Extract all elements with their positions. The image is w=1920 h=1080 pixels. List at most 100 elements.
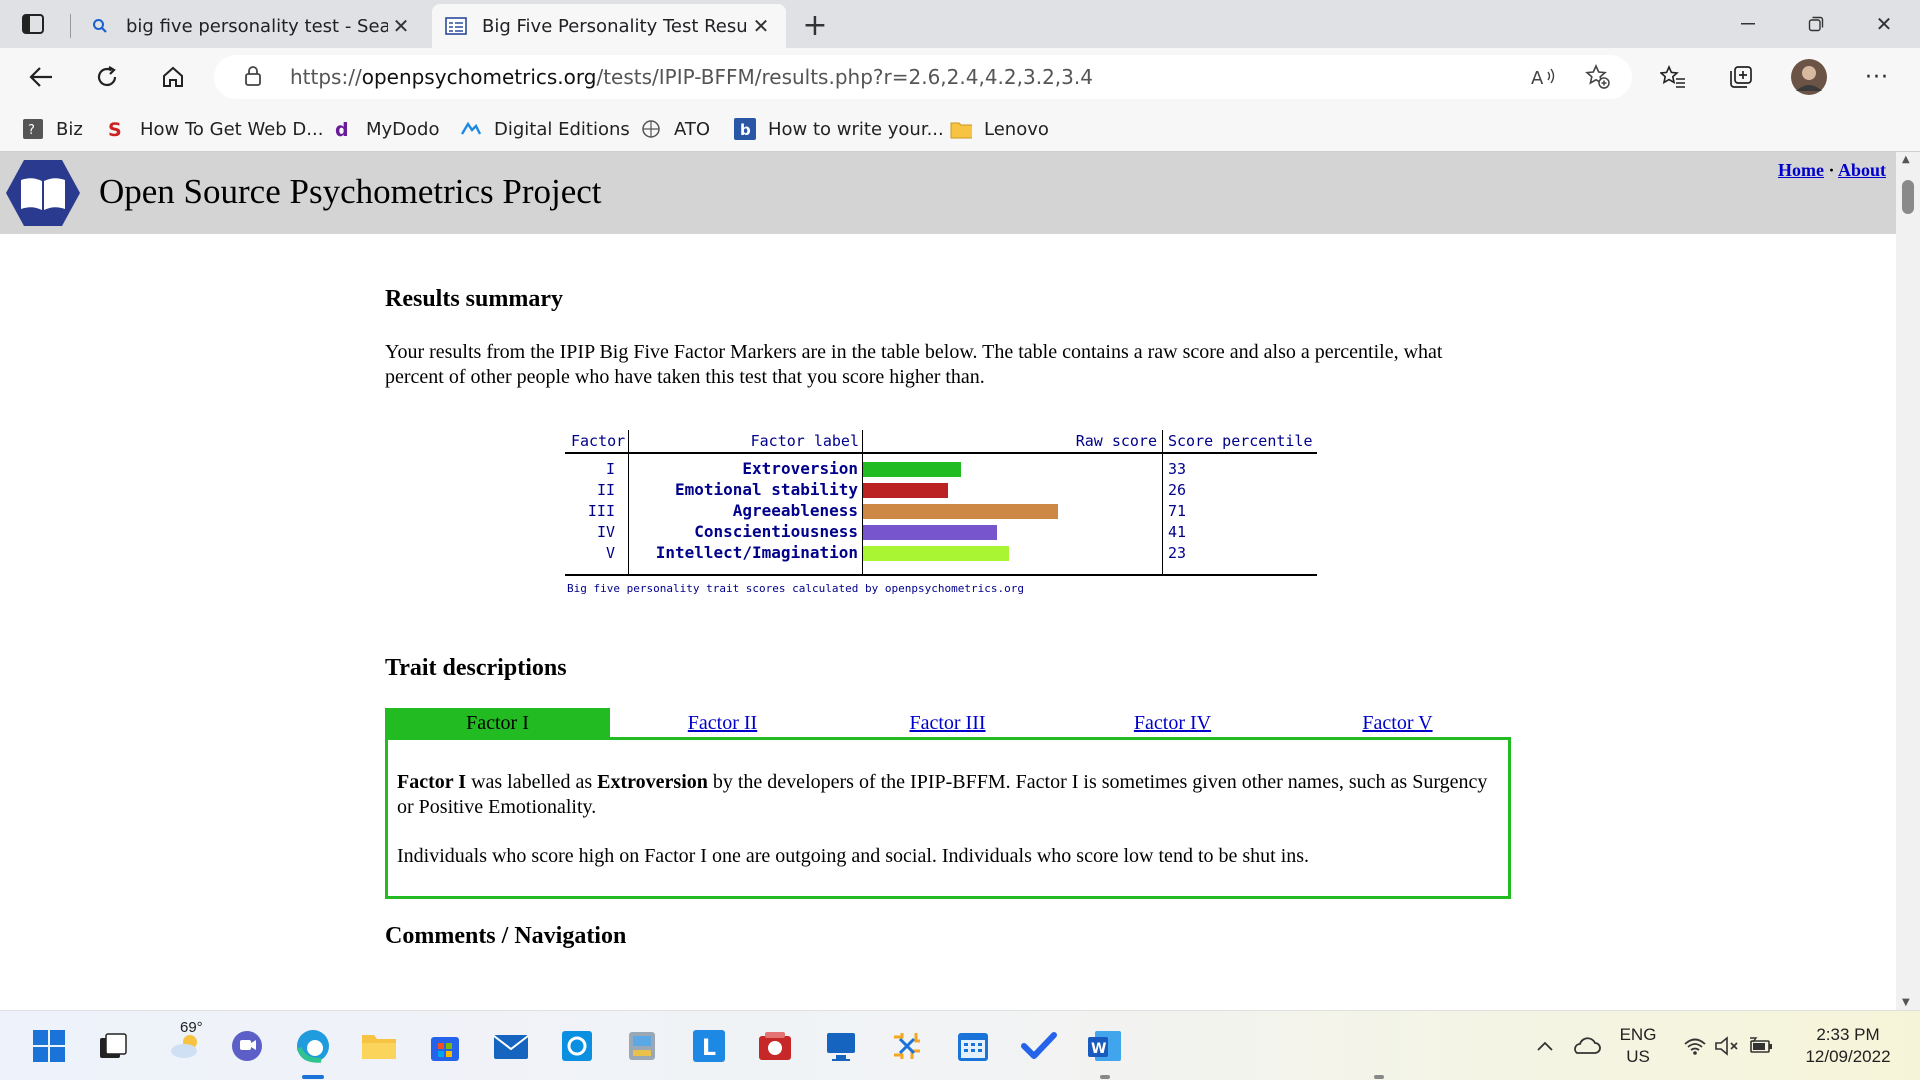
bookmark-label: Digital Editions xyxy=(494,118,630,140)
taskbar: 69° L W ENG US 2:33 PM 12/09/2022 xyxy=(0,1010,1920,1080)
language-indicator[interactable]: ENG US xyxy=(1612,1024,1664,1068)
score-percentile: 71 xyxy=(1168,502,1187,520)
task-view-icon[interactable] xyxy=(92,1025,134,1067)
page-scrollbar[interactable]: ▲ ▼ xyxy=(1896,152,1920,1010)
tab-actions-icon[interactable] xyxy=(18,10,48,38)
close-tab-icon[interactable]: ✕ xyxy=(388,13,414,39)
svg-text:S: S xyxy=(108,119,122,140)
more-options-icon[interactable]: ··· xyxy=(1856,56,1898,98)
raw-score-bar xyxy=(863,546,1009,561)
tab-factor-2-link[interactable]: Factor II xyxy=(688,712,757,734)
comments-navigation-heading: Comments / Navigation xyxy=(385,923,627,949)
cortana-icon[interactable] xyxy=(556,1025,598,1067)
clock[interactable]: 2:33 PM 12/09/2022 xyxy=(1788,1024,1908,1068)
svg-text:b: b xyxy=(740,121,751,139)
page-icon xyxy=(444,14,468,38)
remote-desktop-icon[interactable] xyxy=(820,1025,862,1067)
tab-factor-2[interactable]: Factor II xyxy=(610,708,835,738)
start-icon[interactable] xyxy=(28,1025,70,1067)
site-logo-icon[interactable] xyxy=(5,158,81,228)
factor-label: Intellect/Imagination xyxy=(655,543,858,562)
nav-separator: · xyxy=(1828,160,1835,180)
bookmark-ato[interactable]: ATO xyxy=(640,114,710,144)
home-link[interactable]: Home xyxy=(1778,160,1824,180)
battery-icon[interactable] xyxy=(1746,1025,1776,1067)
profile-avatar[interactable] xyxy=(1788,56,1830,98)
lock-icon[interactable] xyxy=(244,65,262,91)
svg-text:L: L xyxy=(702,1036,716,1061)
scroll-down-icon[interactable]: ▼ xyxy=(1902,997,1910,1008)
raw-score-bar xyxy=(863,483,948,498)
new-tab-button[interactable]: + xyxy=(798,8,832,43)
restore-icon[interactable] xyxy=(1788,6,1844,42)
edge-browser-icon[interactable] xyxy=(292,1025,334,1067)
collections-icon[interactable] xyxy=(1720,56,1762,98)
onedrive-icon[interactable] xyxy=(1568,1025,1604,1067)
tab-factor-3-link[interactable]: Factor III xyxy=(909,712,985,734)
tab-search[interactable]: big five personality test - Search ✕ xyxy=(76,4,426,48)
word-icon[interactable]: W xyxy=(1084,1025,1126,1067)
close-window-icon[interactable]: ✕ xyxy=(1856,6,1912,42)
table-caption: Big five personality trait scores calcul… xyxy=(567,582,1024,595)
bookmark-biz[interactable]: ? Biz xyxy=(22,114,83,144)
microsoft-store-icon[interactable] xyxy=(424,1025,466,1067)
scroll-up-icon[interactable]: ▲ xyxy=(1902,154,1910,165)
bookmark-digital-editions[interactable]: Digital Editions xyxy=(460,114,630,144)
url-text[interactable]: https://openpsychometrics.org/tests/IPIP… xyxy=(290,65,1093,89)
bookmark-biz-icon: ? xyxy=(22,118,44,140)
refresh-icon[interactable] xyxy=(86,56,128,98)
svg-text:d: d xyxy=(335,119,349,140)
tab-factor-3[interactable]: Factor III xyxy=(835,708,1060,738)
home-icon[interactable] xyxy=(152,56,194,98)
bookmark-lenovo-folder[interactable]: Lenovo xyxy=(950,114,1049,144)
add-favorite-icon[interactable] xyxy=(1584,63,1612,91)
running-app-indicator xyxy=(1100,1075,1110,1079)
factor-description-panel: Factor I was labelled as Extroversion by… xyxy=(385,737,1511,899)
favorites-icon[interactable] xyxy=(1652,56,1694,98)
file-explorer-icon[interactable] xyxy=(358,1025,400,1067)
factor-description-paragraph: Factor I was labelled as Extroversion by… xyxy=(397,771,1488,818)
factor-numeral: V xyxy=(605,544,615,562)
calendar-icon[interactable] xyxy=(952,1025,994,1067)
tab-factor-4[interactable]: Factor IV xyxy=(1060,708,1285,738)
factor-label: Agreeableness xyxy=(732,501,858,520)
site-header: Open Source Psychometrics Project Home ·… xyxy=(0,152,1896,234)
header-raw-score: Raw score xyxy=(1075,432,1157,450)
photo-app-icon[interactable] xyxy=(754,1025,796,1067)
svg-text:?: ? xyxy=(28,123,35,138)
read-aloud-icon[interactable]: A xyxy=(1530,63,1558,91)
bookmark-label: ATO xyxy=(674,118,711,140)
tab-strip: big five personality test - Search ✕ Big… xyxy=(0,0,1920,48)
chat-icon[interactable] xyxy=(226,1025,268,1067)
active-app-indicator xyxy=(302,1075,324,1079)
header-factor: Factor xyxy=(571,432,626,450)
tab-factor-5[interactable]: Factor V xyxy=(1285,708,1510,738)
tab-factor-1[interactable]: Factor I xyxy=(385,708,610,738)
scrollbar-thumb[interactable] xyxy=(1902,180,1914,214)
mail-icon[interactable] xyxy=(490,1025,532,1067)
l-app-icon[interactable]: L xyxy=(688,1025,730,1067)
bookmark-mydodo[interactable]: d MyDodo xyxy=(332,114,440,144)
wifi-icon[interactable] xyxy=(1680,1025,1710,1067)
tab-factor-4-link[interactable]: Factor IV xyxy=(1134,712,1211,734)
snipping-tool-icon[interactable] xyxy=(886,1025,928,1067)
bookmark-web-design[interactable]: S How To Get Web D... xyxy=(106,114,323,144)
table-divider xyxy=(1162,430,1163,576)
volume-muted-icon[interactable] xyxy=(1712,1025,1742,1067)
close-tab-icon[interactable]: ✕ xyxy=(748,13,774,39)
utility-app-icon[interactable] xyxy=(622,1025,664,1067)
tab-results[interactable]: Big Five Personality Test Results ✕ xyxy=(432,4,786,48)
tab-title: Big Five Personality Test Results xyxy=(482,15,748,37)
about-link[interactable]: About xyxy=(1838,160,1886,180)
bookmark-how-to-write[interactable]: b How to write your... xyxy=(734,114,944,144)
address-bar[interactable]: https://openpsychometrics.org/tests/IPIP… xyxy=(214,55,1632,99)
bookmark-ato-icon xyxy=(640,118,662,140)
minimize-icon[interactable] xyxy=(1720,6,1776,42)
bookmark-label: Lenovo xyxy=(984,118,1049,140)
chevron-up-icon[interactable] xyxy=(1530,1025,1560,1067)
score-percentile: 41 xyxy=(1168,523,1187,541)
results-summary-text: Your results from the IPIP Big Five Fact… xyxy=(385,341,1443,388)
tab-factor-5-link[interactable]: Factor V xyxy=(1362,712,1432,734)
todo-icon[interactable] xyxy=(1018,1025,1060,1067)
back-arrow-icon[interactable] xyxy=(20,56,62,98)
